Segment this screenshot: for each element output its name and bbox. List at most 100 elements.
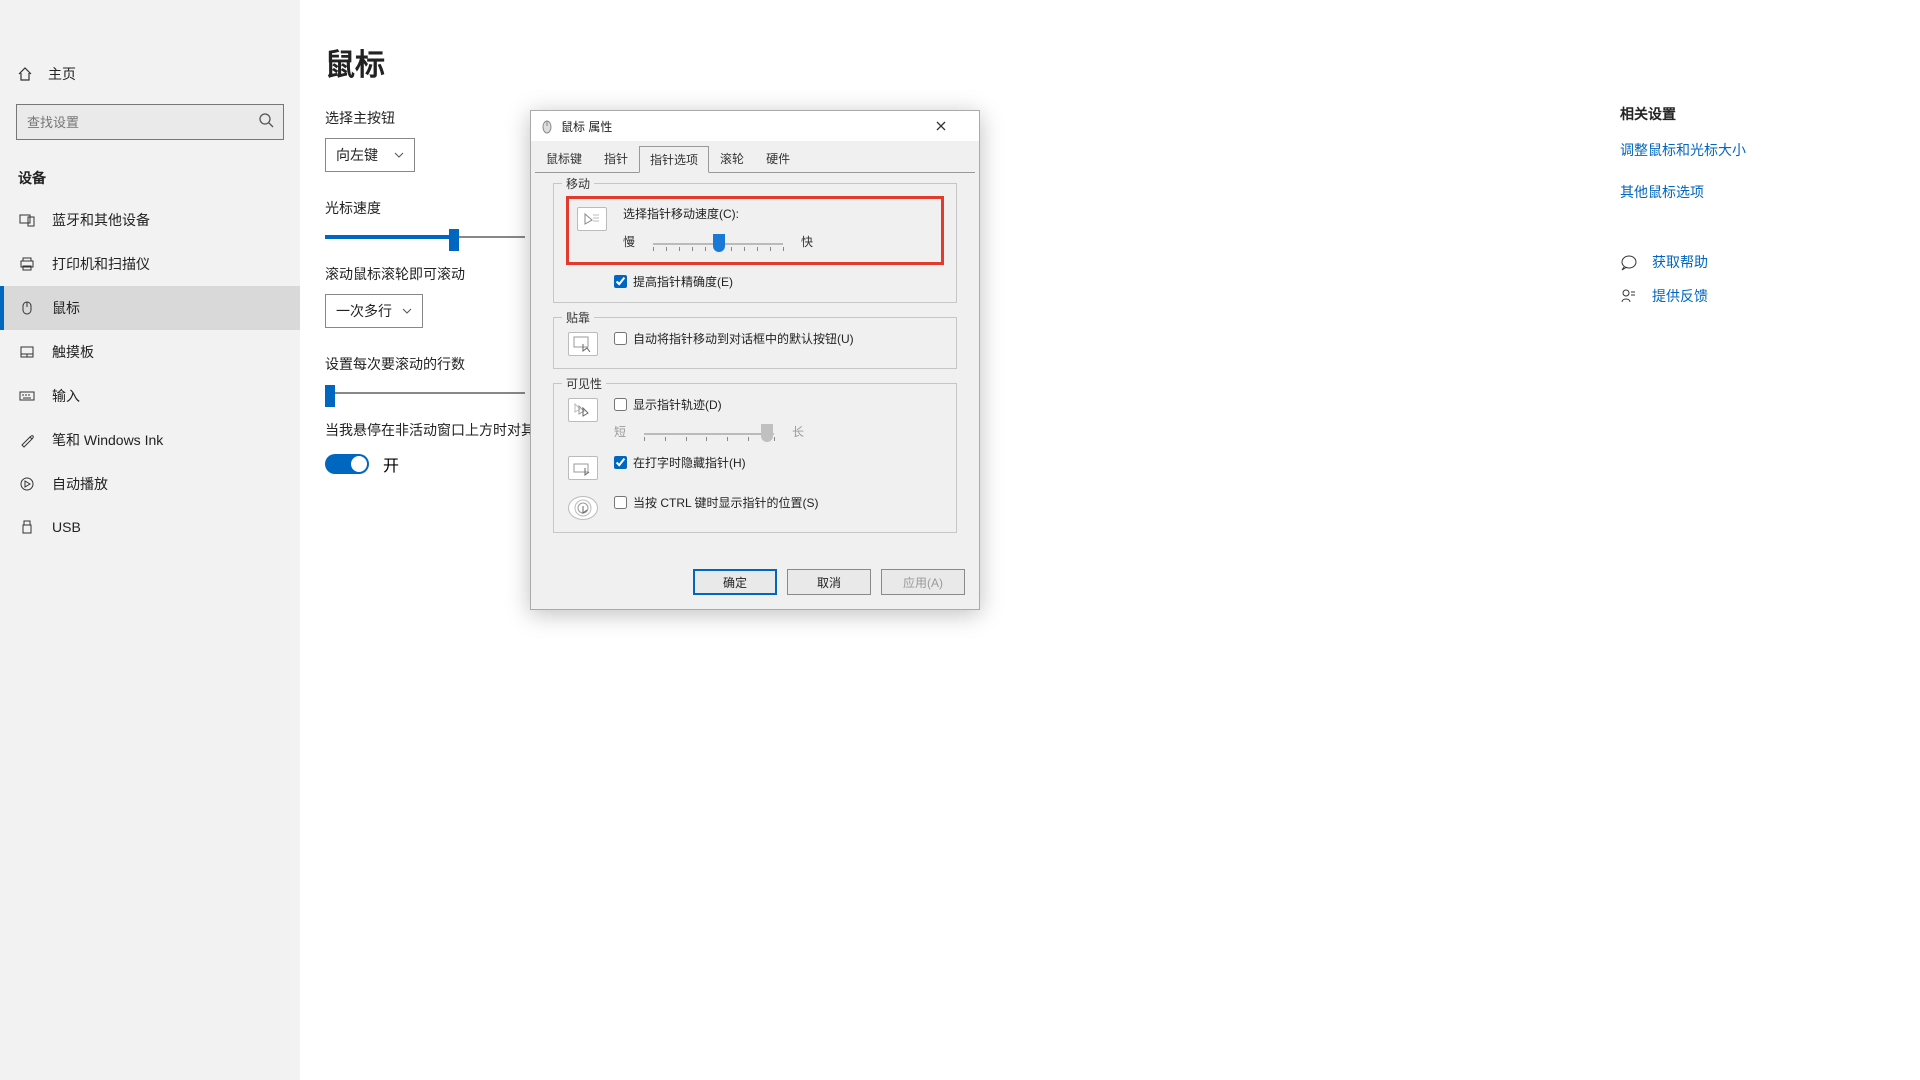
sidebar-item-label: 鼠标 — [52, 298, 80, 318]
apply-button[interactable]: 应用(A) — [881, 569, 965, 595]
group-visibility: 可见性 显示指针轨迹(D) 短 长 — [553, 383, 957, 533]
hide-while-typing-input[interactable] — [614, 456, 627, 469]
snap-to-input[interactable] — [614, 332, 627, 345]
slow-label: 慢 — [623, 233, 635, 250]
sidebar-section-heading: 设备 — [0, 154, 300, 198]
dialog-titlebar[interactable]: 鼠标 属性 — [531, 111, 979, 141]
sidebar-item-pen[interactable]: 笔和 Windows Ink — [0, 418, 300, 462]
keyboard-icon — [18, 387, 36, 405]
ctrl-locate-label: 当按 CTRL 键时显示指针的位置(S) — [633, 494, 819, 511]
scroll-mode-dropdown[interactable]: 一次多行 — [325, 294, 423, 328]
related-settings-heading: 相关设置 — [1620, 104, 1860, 124]
group-snap: 贴靠 自动将指针移动到对话框中的默认按钮(U) — [553, 317, 957, 369]
ctrl-locate-icon — [568, 496, 598, 520]
ok-button[interactable]: 确定 — [693, 569, 777, 595]
sidebar: 主页 设备 蓝牙和其他设备 打印机和扫描仪 鼠标 触摸板 输入 笔和 Windo… — [0, 0, 300, 1080]
link-adjust-cursor-size[interactable]: 调整鼠标和光标大小 — [1620, 140, 1860, 160]
search-input[interactable] — [16, 104, 284, 140]
tab-wheel[interactable]: 滚轮 — [709, 145, 755, 172]
snap-to-icon — [568, 332, 598, 356]
page-title: 鼠标 — [325, 40, 1895, 84]
mouse-properties-dialog: 鼠标 属性 鼠标键 指针 指针选项 滚轮 硬件 移动 选择指针移动速度(C): … — [530, 110, 980, 610]
mouse-glyph-icon — [539, 118, 555, 134]
search-box[interactable] — [16, 104, 284, 140]
sidebar-item-label: 自动播放 — [52, 474, 108, 494]
group-motion-title: 移动 — [562, 175, 594, 192]
sidebar-item-label: 输入 — [52, 386, 80, 406]
tab-buttons[interactable]: 鼠标键 — [535, 145, 593, 172]
touchpad-icon — [18, 343, 36, 361]
get-help-link[interactable]: 获取帮助 — [1620, 252, 1860, 272]
toggle-state-label: 开 — [383, 452, 399, 476]
group-motion: 移动 选择指针移动速度(C): 慢 快 — [553, 183, 957, 303]
give-feedback-link[interactable]: 提供反馈 — [1620, 286, 1860, 306]
dialog-tabs: 鼠标键 指针 指针选项 滚轮 硬件 — [531, 141, 979, 172]
get-help-label: 获取帮助 — [1652, 252, 1708, 272]
chevron-down-icon — [394, 150, 404, 160]
printer-icon — [18, 255, 36, 273]
enhance-precision-input[interactable] — [614, 275, 627, 288]
hide-while-typing-checkbox[interactable]: 在打字时隐藏指针(H) — [614, 454, 746, 471]
sidebar-item-bluetooth[interactable]: 蓝牙和其他设备 — [0, 198, 300, 242]
dialog-title: 鼠标 属性 — [561, 118, 935, 135]
sidebar-item-label: USB — [52, 519, 81, 535]
pointer-trails-checkbox[interactable]: 显示指针轨迹(D) — [614, 396, 722, 413]
sidebar-item-label: 打印机和扫描仪 — [52, 254, 150, 274]
autoplay-icon — [18, 475, 36, 493]
sidebar-item-printers[interactable]: 打印机和扫描仪 — [0, 242, 300, 286]
lines-per-scroll-slider[interactable] — [325, 392, 525, 394]
search-icon — [258, 112, 274, 128]
hover-inactive-toggle[interactable] — [325, 454, 369, 474]
ctrl-locate-input[interactable] — [614, 496, 627, 509]
give-feedback-label: 提供反馈 — [1652, 286, 1708, 306]
pointer-trails-label: 显示指针轨迹(D) — [633, 396, 722, 413]
dropdown-value: 一次多行 — [336, 301, 392, 321]
sidebar-item-label: 蓝牙和其他设备 — [52, 210, 150, 230]
chevron-down-icon — [402, 306, 412, 316]
pointer-speed-label: 选择指针移动速度(C): — [623, 205, 935, 222]
enhance-precision-label: 提高指针精确度(E) — [633, 273, 733, 290]
sidebar-item-usb[interactable]: USB — [0, 506, 300, 548]
home-icon — [16, 65, 34, 83]
feedback-icon — [1620, 287, 1638, 305]
usb-icon — [18, 518, 36, 536]
pointer-speed-slider[interactable] — [653, 234, 783, 254]
ctrl-locate-checkbox[interactable]: 当按 CTRL 键时显示指针的位置(S) — [614, 494, 819, 511]
dialog-close-button[interactable] — [935, 120, 975, 132]
close-icon — [935, 120, 947, 132]
tab-pointers[interactable]: 指针 — [593, 145, 639, 172]
sidebar-item-label: 笔和 Windows Ink — [52, 430, 163, 450]
cursor-speed-slider[interactable] — [325, 236, 525, 238]
long-label: 长 — [792, 423, 804, 440]
sidebar-item-typing[interactable]: 输入 — [0, 374, 300, 418]
group-snap-title: 贴靠 — [562, 309, 594, 326]
tab-hardware[interactable]: 硬件 — [755, 145, 801, 172]
sidebar-item-touchpad[interactable]: 触摸板 — [0, 330, 300, 374]
snap-to-checkbox[interactable]: 自动将指针移动到对话框中的默认按钮(U) — [614, 330, 854, 347]
sidebar-item-autoplay[interactable]: 自动播放 — [0, 462, 300, 506]
cancel-button[interactable]: 取消 — [787, 569, 871, 595]
right-rail: 相关设置 调整鼠标和光标大小 其他鼠标选项 获取帮助 提供反馈 — [1620, 104, 1860, 320]
pointer-trails-icon — [568, 398, 598, 422]
highlighted-region: 选择指针移动速度(C): 慢 快 — [566, 196, 944, 265]
enhance-precision-checkbox[interactable]: 提高指针精确度(E) — [614, 273, 733, 290]
hide-while-typing-icon — [568, 456, 598, 480]
snap-to-label: 自动将指针移动到对话框中的默认按钮(U) — [633, 330, 854, 347]
pointer-speed-icon — [577, 207, 607, 231]
sidebar-item-mouse[interactable]: 鼠标 — [0, 286, 300, 330]
group-visibility-title: 可见性 — [562, 375, 606, 392]
link-additional-mouse-options[interactable]: 其他鼠标选项 — [1620, 182, 1860, 202]
home-nav[interactable]: 主页 — [0, 52, 300, 96]
mouse-icon — [18, 299, 36, 317]
hide-while-typing-label: 在打字时隐藏指针(H) — [633, 454, 746, 471]
fast-label: 快 — [801, 233, 813, 250]
primary-button-dropdown[interactable]: 向左键 — [325, 138, 415, 172]
tab-pointer-options[interactable]: 指针选项 — [639, 146, 709, 173]
short-label: 短 — [614, 423, 626, 440]
pointer-trails-input[interactable] — [614, 398, 627, 411]
home-label: 主页 — [48, 64, 76, 84]
help-icon — [1620, 253, 1638, 271]
devices-icon — [18, 211, 36, 229]
pen-icon — [18, 431, 36, 449]
dropdown-value: 向左键 — [336, 145, 378, 165]
